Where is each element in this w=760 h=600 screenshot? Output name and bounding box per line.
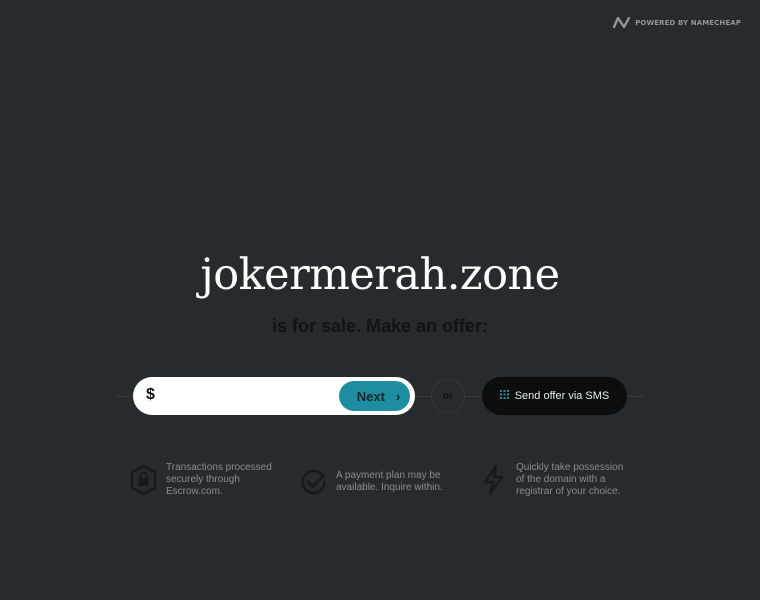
sms-button-label: Send offer via SMS (514, 390, 610, 402)
next-button-label: Next (356, 388, 385, 404)
currency-symbol: $ (146, 386, 155, 403)
feature-quick-transfer: Quickly take possession of the domain wi… (480, 462, 630, 498)
offer-row: $ Next › or Send offer via SMS (0, 377, 760, 415)
chevron-right-icon: › (395, 388, 401, 404)
feature-escrow: Transactions processed securely through … (130, 462, 280, 498)
domain-name: jokermerah.zone (200, 250, 560, 300)
features-list: Transactions processed securely through … (0, 462, 760, 512)
or-label: or (443, 390, 453, 402)
feature-payment-plan: A payment plan may be available. Inquire… (300, 466, 450, 498)
next-button[interactable]: Next › (339, 381, 410, 411)
powered-by-text: POWERED BY NAMECHEAP (635, 18, 741, 27)
feature-payment-plan-text: A payment plan may be available. Inquire… (336, 470, 443, 493)
check-circle-icon (300, 466, 327, 498)
powered-by-namecheap[interactable]: POWERED BY NAMECHEAP (613, 17, 741, 28)
sale-subtitle: is for sale. Make an offer: (271, 316, 489, 336)
offer-amount-input[interactable] (163, 383, 367, 411)
offer-form: $ Next › (133, 377, 415, 415)
shield-lock-icon (130, 464, 157, 496)
namecheap-logo-icon (613, 17, 631, 28)
keypad-icon (499, 390, 509, 402)
feature-escrow-text: Transactions processed securely through … (166, 462, 272, 497)
feature-quick-transfer-text: Quickly take possession of the domain wi… (516, 462, 624, 497)
send-offer-sms-button[interactable]: Send offer via SMS (482, 377, 627, 415)
or-separator: or (431, 379, 465, 413)
lightning-icon (480, 464, 507, 496)
